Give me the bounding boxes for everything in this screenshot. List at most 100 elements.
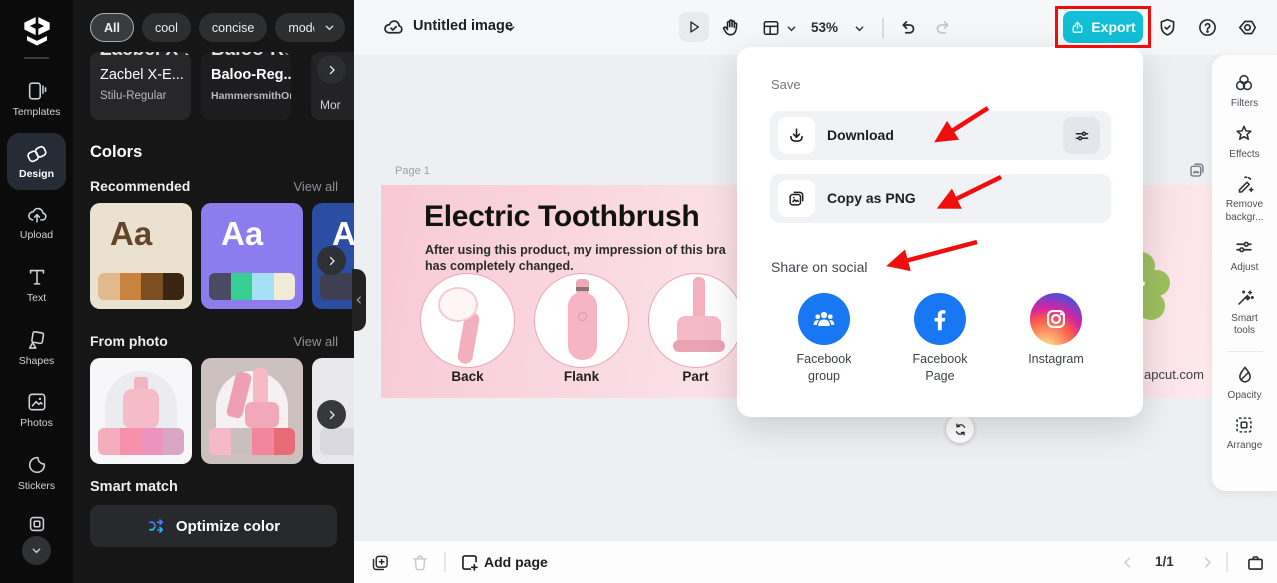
font-filter-chips: All cool concise modern	[90, 13, 344, 42]
export-button[interactable]: Export	[1063, 11, 1143, 43]
font-card[interactable]: Zacbel X-E... Zacbel X-E... Stilu-Regula…	[90, 52, 191, 120]
sidebar-item-photos[interactable]: Photos	[0, 391, 73, 429]
design-title[interactable]: Electric Toothbrush	[424, 200, 700, 234]
tool-label: Filters	[1230, 98, 1259, 109]
facebook-logo-icon	[934, 310, 946, 331]
canvas-copy-icon[interactable]	[1188, 161, 1206, 179]
zoom-level[interactable]: 53%	[811, 20, 838, 35]
copy-as-png-row[interactable]: Copy as PNG	[770, 174, 1111, 223]
toothbrush-photo-flank[interactable]	[534, 273, 629, 368]
tool-label: Adjust	[1230, 262, 1259, 273]
duplicate-page-button[interactable]	[370, 553, 390, 573]
delete-page-button[interactable]	[410, 553, 430, 573]
chip-concise[interactable]: concise	[198, 13, 268, 42]
sidebar-item-design[interactable]: Design	[7, 133, 66, 190]
magic-wand-icon	[1237, 289, 1254, 305]
download-label: Download	[827, 127, 894, 143]
toothbrush-photo-back[interactable]	[420, 273, 515, 368]
templates-icon	[28, 82, 46, 100]
layout-tool-button[interactable]	[761, 18, 781, 38]
cloud-saved-icon[interactable]	[382, 16, 405, 39]
left-rail: Templates Design Upload Text Shapes Phot…	[0, 0, 73, 583]
sliders-icon	[1075, 131, 1088, 140]
facebook-page-button[interactable]	[914, 293, 966, 345]
download-row[interactable]: Download	[770, 111, 1111, 160]
next-page-button[interactable]	[1200, 555, 1215, 570]
tool-filters[interactable]: Filters	[1231, 72, 1258, 111]
document-title[interactable]: Untitled image	[413, 18, 513, 34]
facebook-group-button[interactable]	[798, 293, 850, 345]
palettes-scroll-right-button[interactable]	[317, 246, 346, 275]
panel-collapse-handle[interactable]	[352, 269, 366, 331]
chevron-right-icon	[329, 410, 335, 419]
tool-label: Remove backgr...	[1225, 199, 1264, 223]
export-menu: Save Download Copy as PNG Share on socia…	[737, 47, 1143, 417]
select-tool-button[interactable]	[679, 12, 709, 42]
tool-effects[interactable]: Effects	[1229, 123, 1260, 162]
hand-tool-button[interactable]	[720, 17, 741, 38]
instagram-button[interactable]	[1030, 293, 1082, 345]
photo-palette-card[interactable]	[201, 358, 303, 464]
filters-icon	[1236, 74, 1253, 91]
redo-button[interactable]	[933, 17, 954, 38]
undo-button[interactable]	[897, 17, 918, 38]
upload-icon	[27, 207, 47, 223]
zoom-chevron[interactable]	[853, 22, 866, 35]
export-icon	[1072, 21, 1083, 33]
palette-card[interactable]: Aa	[201, 203, 303, 309]
capcut-logo[interactable]	[20, 14, 54, 46]
shapes-icon	[28, 331, 44, 349]
document-title-chevron[interactable]	[504, 22, 517, 35]
design-body-line[interactable]: After using this product, my impression …	[425, 243, 726, 257]
sidebar-item-stickers[interactable]: Stickers	[0, 454, 73, 492]
prev-page-button[interactable]	[1120, 555, 1135, 570]
copy-png-label: Copy as PNG	[827, 190, 916, 206]
add-page-label[interactable]: Add page	[484, 554, 548, 570]
sidebar-item-text[interactable]: Text	[0, 266, 73, 304]
chips-expand-button[interactable]	[314, 13, 345, 42]
sidebar-item-upload[interactable]: Upload	[0, 203, 73, 241]
photo-palette-card[interactable]	[90, 358, 192, 464]
tool-opacity[interactable]: Opacity	[1228, 364, 1261, 403]
copy-image-icon	[789, 191, 804, 206]
chip-cool[interactable]: cool	[141, 13, 191, 42]
sidebar-item-frames[interactable]	[0, 513, 73, 535]
social-label: Instagram	[1028, 352, 1084, 366]
tools-divider	[1226, 350, 1263, 352]
palette-sample-text: Aa	[110, 215, 153, 252]
rotate-handle[interactable]	[946, 415, 974, 443]
font-card[interactable]: Baloo-Reg... Baloo-Reg... HammersmithOn.…	[201, 52, 291, 120]
font-preview-clipped: Baloo-Reg...	[211, 52, 291, 61]
tool-adjust[interactable]: Adjust	[1230, 236, 1259, 275]
edit-tools-panel: Filters Effects Remove backgr... Adjust	[1212, 55, 1277, 491]
rail-scroll-down-button[interactable]	[22, 536, 51, 565]
help-button[interactable]	[1197, 17, 1218, 38]
present-button[interactable]	[1245, 552, 1266, 573]
from-photo-view-all-link[interactable]: View all	[293, 334, 338, 349]
palette-swatches	[320, 428, 354, 455]
sidebar-item-shapes[interactable]: Shapes	[0, 329, 73, 367]
photo-palettes-scroll-right-button[interactable]	[317, 400, 346, 429]
toothbrush-photo-part[interactable]	[648, 273, 743, 368]
palette-swatches	[98, 273, 184, 300]
chip-all[interactable]: All	[90, 13, 134, 42]
fonts-scroll-right-button[interactable]	[317, 55, 346, 84]
palette-card[interactable]: Aa	[90, 203, 192, 309]
optimize-color-button[interactable]: Optimize color	[90, 505, 337, 547]
tool-remove-background[interactable]: Remove backgr...	[1219, 173, 1271, 224]
download-settings-button[interactable]	[1063, 117, 1100, 154]
add-page-button[interactable]	[459, 552, 480, 573]
tool-label: Effects	[1229, 148, 1260, 160]
undo-icon	[902, 21, 915, 34]
tool-label: Arrange	[1226, 440, 1263, 451]
sidebar-item-templates[interactable]: Templates	[0, 80, 73, 118]
recommended-view-all-link[interactable]: View all	[293, 179, 338, 194]
more-fonts-label: Mor	[320, 98, 341, 112]
font-name: Baloo-Reg...	[211, 67, 291, 83]
design-body-line[interactable]: has completely changed.	[425, 259, 574, 273]
tool-arrange[interactable]: Arrange	[1226, 414, 1263, 453]
settings-button[interactable]	[1237, 17, 1258, 38]
safety-button[interactable]	[1157, 17, 1178, 38]
layout-chevron[interactable]	[785, 22, 798, 35]
tool-smart-tools[interactable]: Smart tools	[1223, 287, 1267, 338]
